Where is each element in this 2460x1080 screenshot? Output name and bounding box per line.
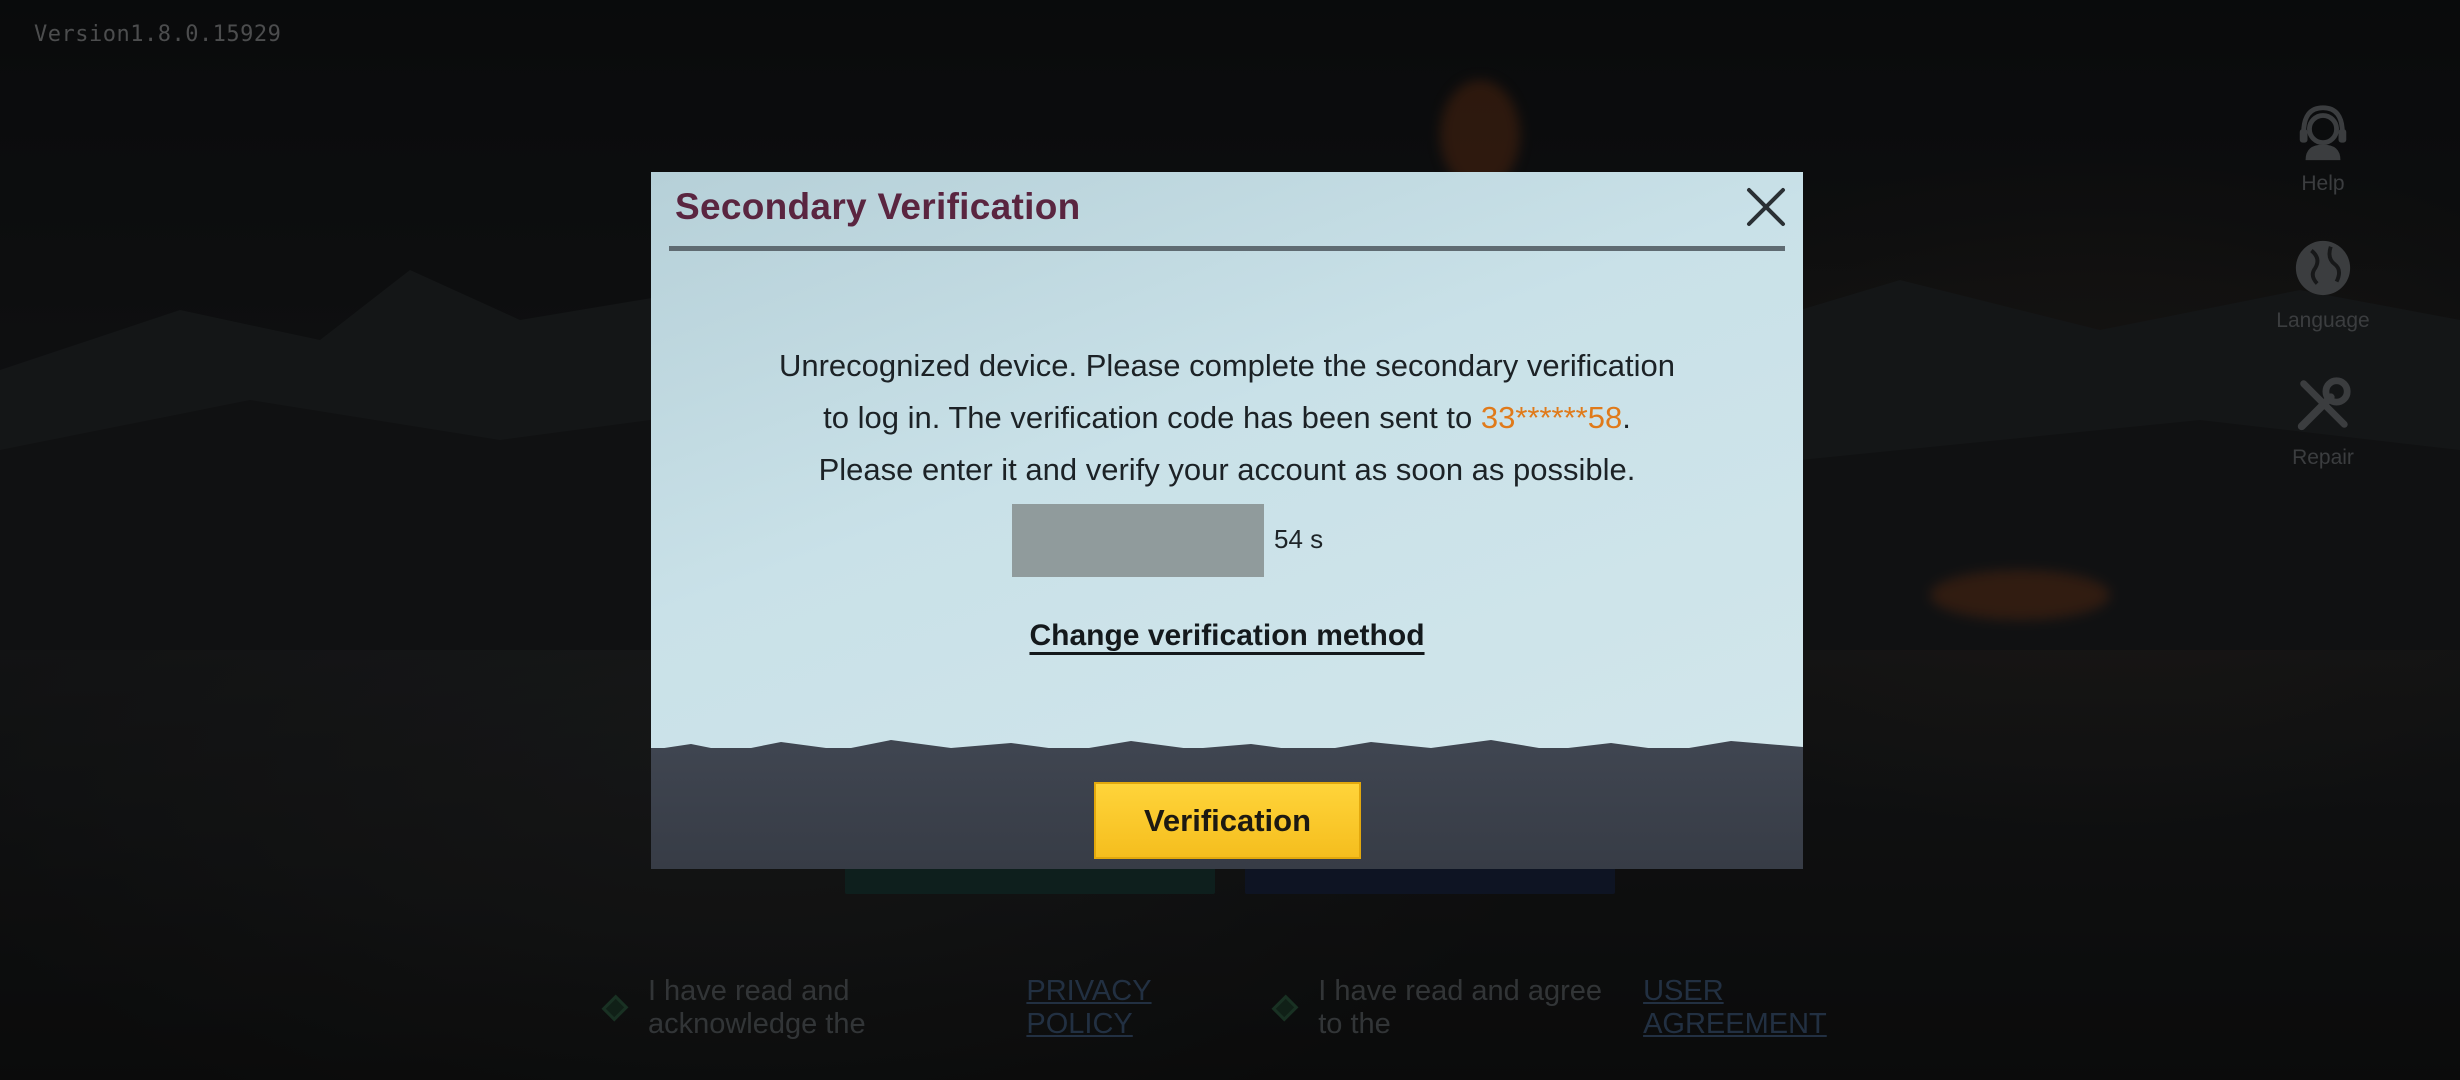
message-line-1: Unrecognized device. Please complete the… xyxy=(778,348,1676,383)
message-line-2-prefix: to log in. The verification code has bee… xyxy=(823,400,1473,435)
resend-countdown: 54 s xyxy=(1274,524,1324,554)
message-line-3: Please enter it and verify your account … xyxy=(818,452,1636,487)
change-method-row: Change verification method xyxy=(651,619,1803,653)
close-button[interactable] xyxy=(1741,182,1791,232)
title-divider xyxy=(669,246,1785,251)
secondary-verification-dialog: Secondary Verification Unrecognized devi… xyxy=(651,172,1803,869)
verification-code-input[interactable] xyxy=(1012,504,1264,577)
dialog-title: Secondary Verification xyxy=(675,186,1081,227)
message-line-2: to log in. The verification code has bee… xyxy=(651,392,1803,444)
message-line-2-suffix: . xyxy=(1622,400,1631,435)
verification-message: Unrecognized device. Please complete the… xyxy=(651,340,1803,496)
change-verification-method-link[interactable]: Change verification method xyxy=(1029,619,1424,652)
close-icon xyxy=(1747,188,1785,226)
verification-button[interactable]: Verification xyxy=(1094,782,1361,859)
masked-phone-number: 33******58 xyxy=(1480,400,1623,435)
